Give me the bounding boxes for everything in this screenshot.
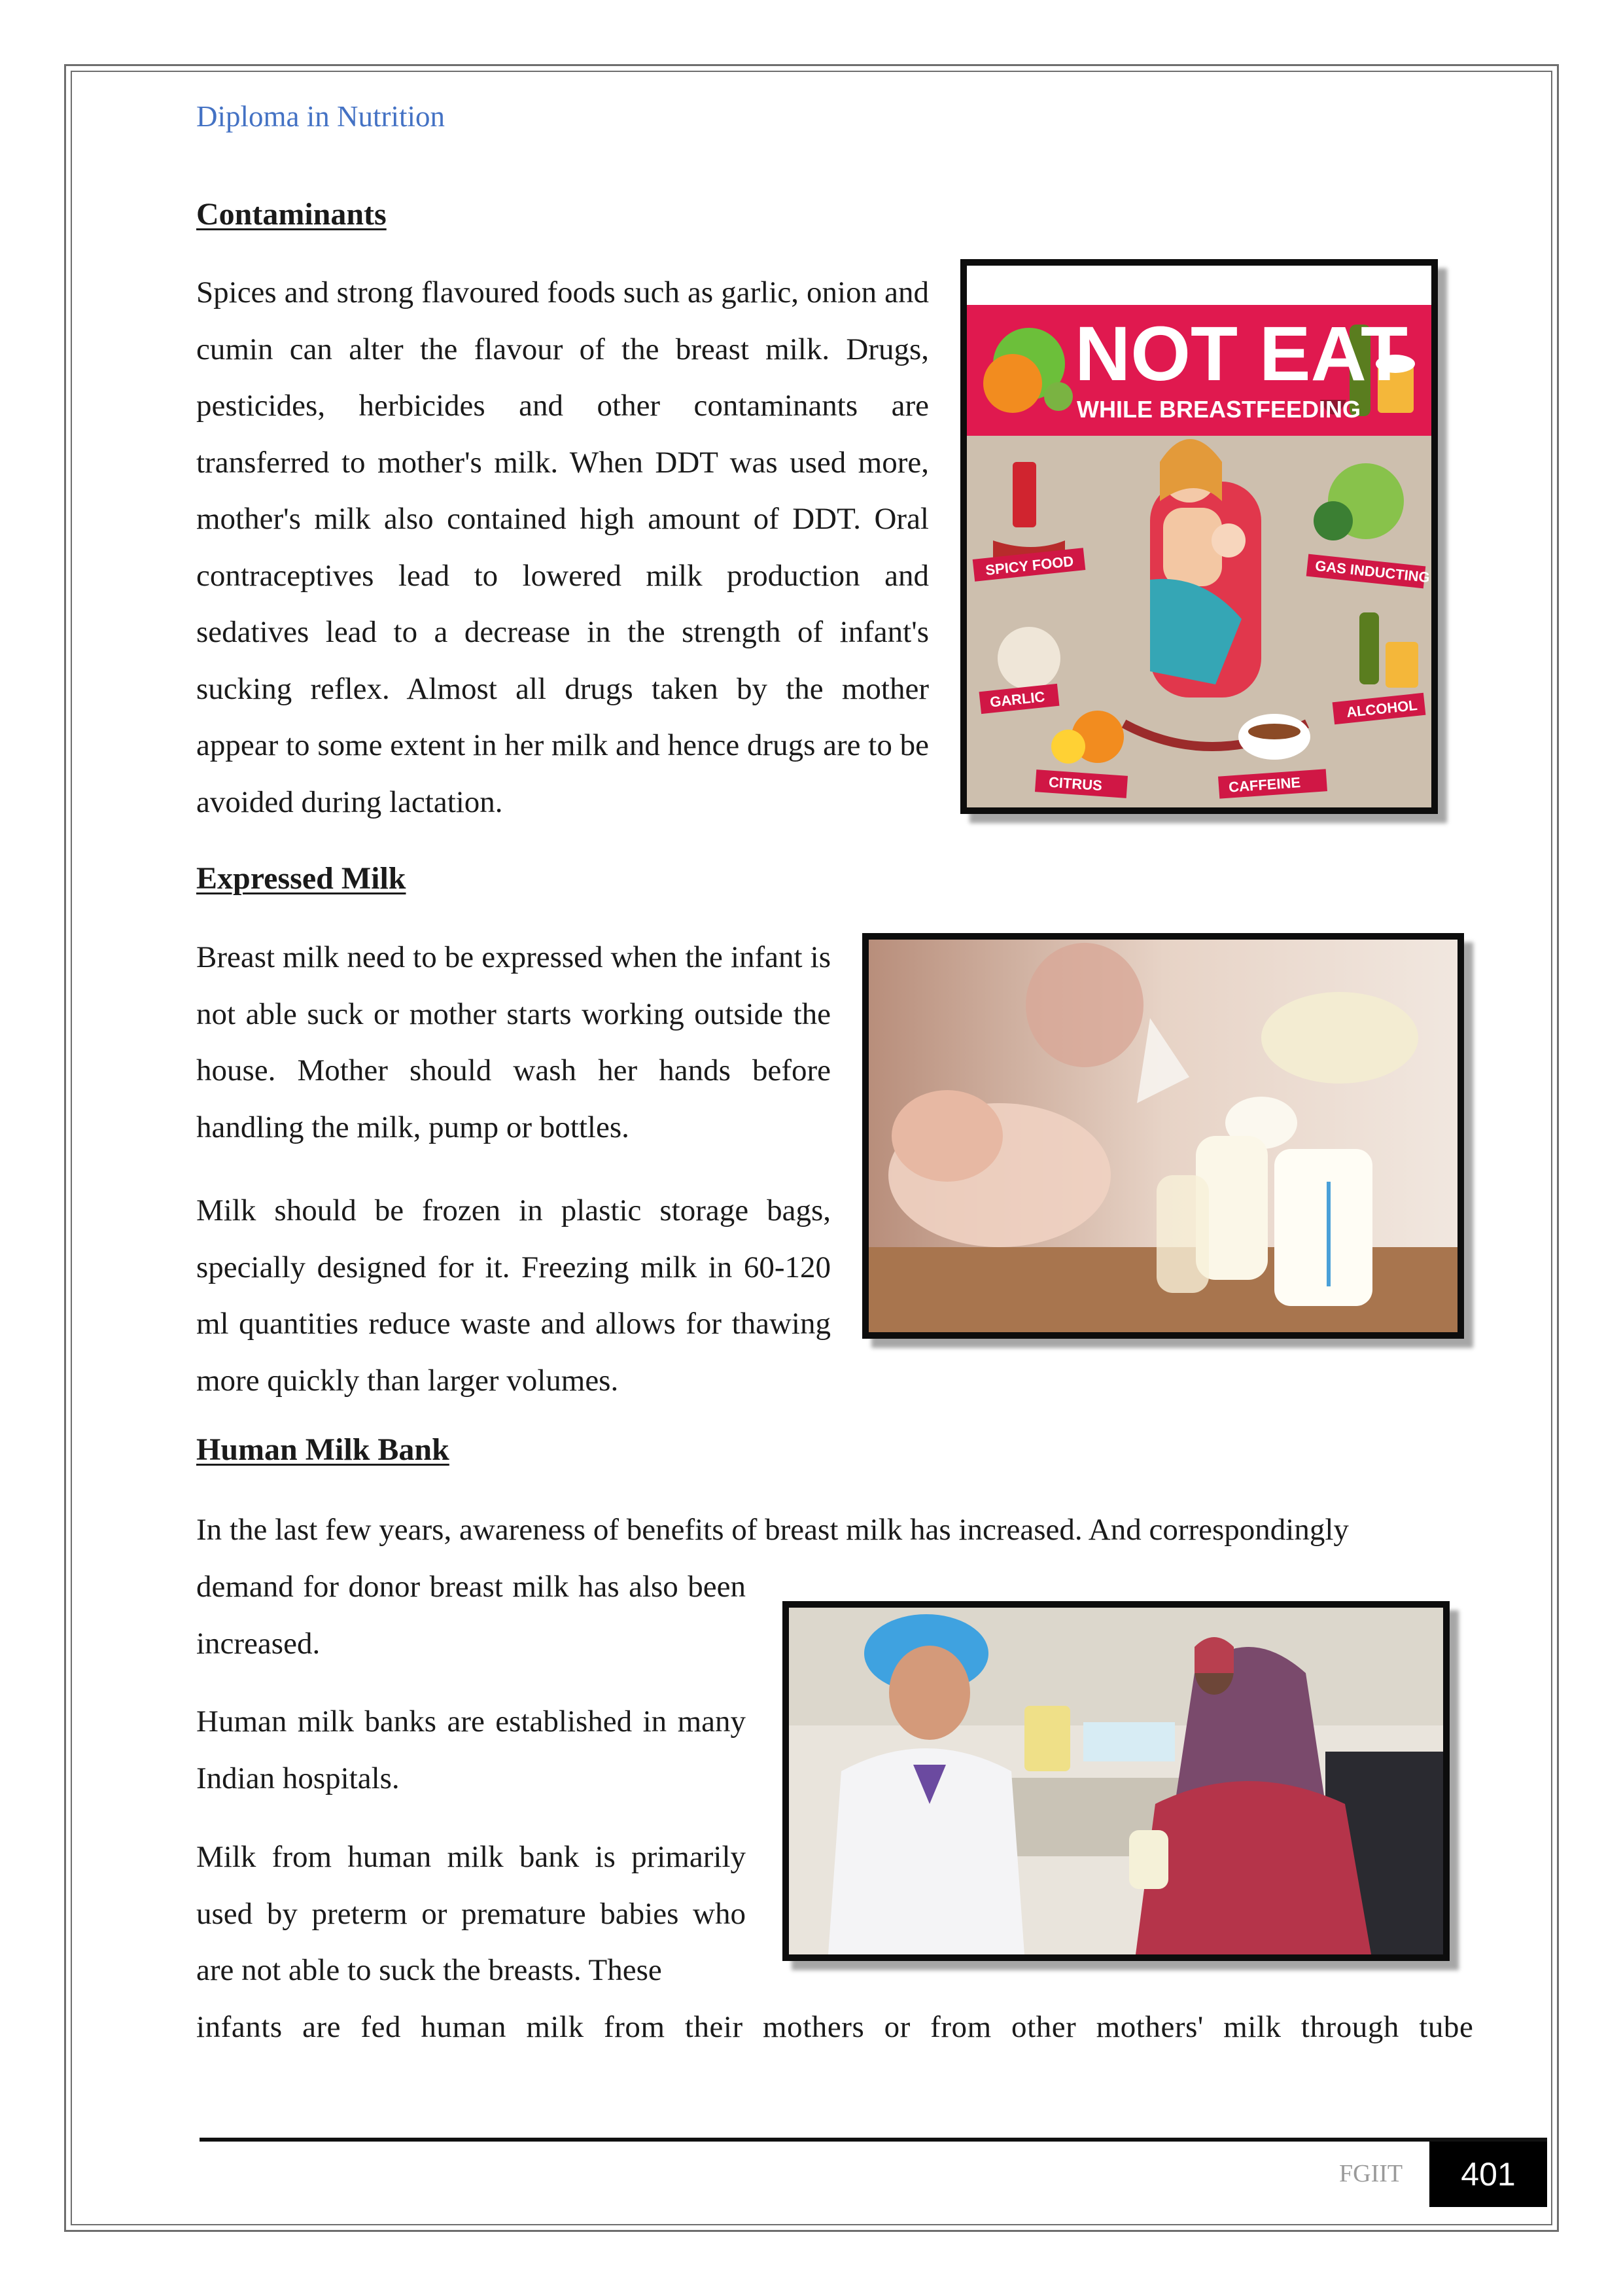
breast-pump-photo bbox=[869, 940, 1457, 1332]
page-number: 401 bbox=[1461, 2156, 1516, 2193]
poster-graphic: NOT EAT WHILE BREASTFEEDING SPICY FOOD G… bbox=[967, 266, 1431, 807]
footer-org: FGIIT bbox=[1339, 2160, 1403, 2187]
paragraph-milk-bank-last-line: infants are fed human milk from their mo… bbox=[196, 2010, 1474, 2044]
running-header: Diploma in Nutrition bbox=[196, 100, 445, 133]
poster-subtitle: WHILE BREASTFEEDING bbox=[1077, 396, 1361, 423]
paragraph-milk-bank-1-rest: demand for donor breast milk has also be… bbox=[196, 1570, 746, 1661]
footer-rule bbox=[200, 2138, 1547, 2142]
paragraph-contaminants: Spices and strong flavoured foods such a… bbox=[196, 275, 929, 819]
paragraph-milk-bank-3: Milk from human milk bank is primarily u… bbox=[196, 1840, 746, 1987]
paragraph-expressed-milk-1: Breast milk need to be expressed when th… bbox=[196, 940, 831, 1144]
heading-expressed-milk: Expressed Milk bbox=[196, 861, 406, 896]
image-not-eat-poster: NOT EAT WHILE BREASTFEEDING SPICY FOOD G… bbox=[960, 259, 1438, 814]
heading-contaminants: Contaminants bbox=[196, 197, 387, 232]
heading-human-milk-bank: Human Milk Bank bbox=[196, 1432, 449, 1467]
paragraph-milk-bank-line-1: In the last few years, awareness of bene… bbox=[196, 1513, 1349, 1547]
milk-bank-photo bbox=[789, 1608, 1443, 1954]
page-number-box: 401 bbox=[1429, 2142, 1547, 2207]
paragraph-milk-bank-2: Human milk banks are established in many… bbox=[196, 1704, 746, 1795]
poster-title: NOT EAT bbox=[1075, 311, 1408, 397]
image-breast-pump bbox=[862, 933, 1464, 1339]
image-milk-bank-photo bbox=[782, 1601, 1450, 1961]
paragraph-expressed-milk-2: Milk should be frozen in plastic storage… bbox=[196, 1193, 831, 1398]
